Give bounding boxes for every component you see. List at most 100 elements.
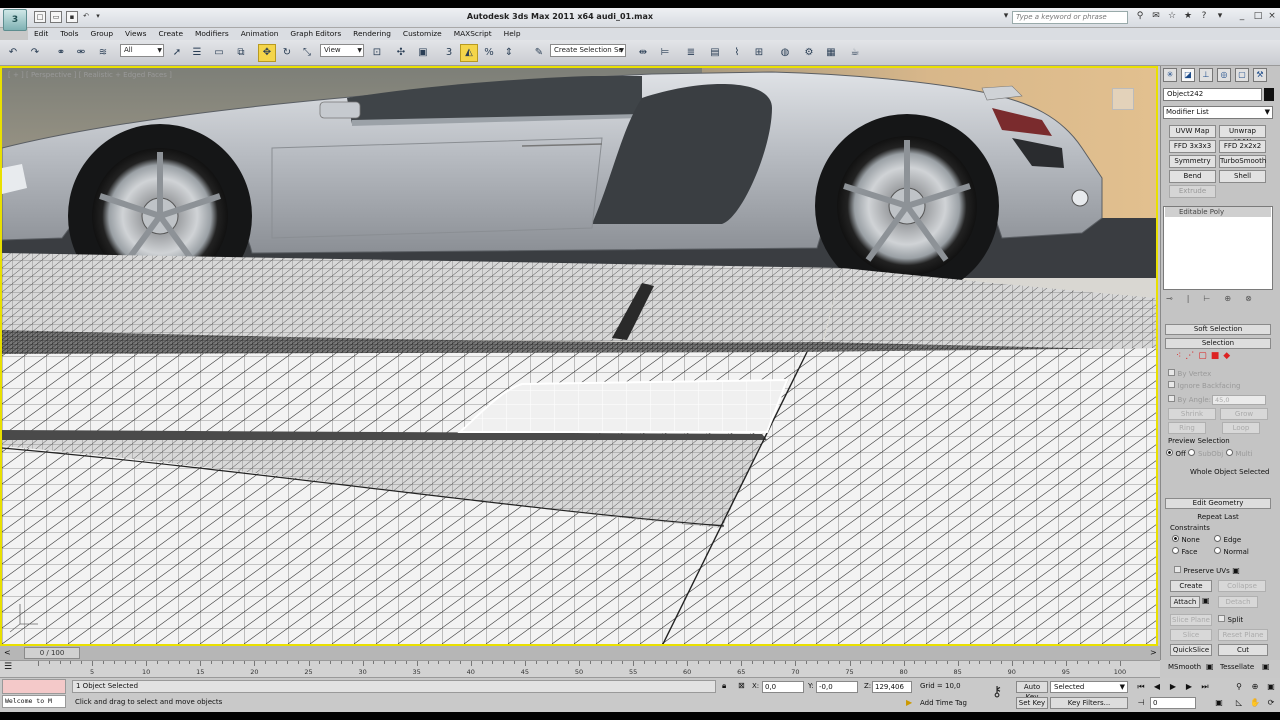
soft-selection-rollout[interactable]: Soft Selection <box>1165 324 1271 335</box>
cut-button[interactable]: Cut <box>1218 644 1268 656</box>
constraint-none-radio[interactable] <box>1172 535 1179 542</box>
field-of-view-icon[interactable]: ◺ <box>1232 697 1246 709</box>
close-icon[interactable]: × <box>1266 11 1278 23</box>
selection-region-icon[interactable]: ▭ <box>210 44 228 62</box>
play-icon[interactable]: ▶ <box>1166 681 1180 693</box>
preview-off-radio[interactable] <box>1166 449 1173 456</box>
key-selection-dropdown[interactable]: Selected ▼ <box>1050 681 1128 693</box>
orbit-icon[interactable]: ⟳ <box>1264 697 1278 709</box>
menu-group[interactable]: Group <box>85 28 120 40</box>
bind-space-warp-icon[interactable]: ≋ <box>94 44 112 62</box>
loop-button[interactable]: Loop <box>1222 422 1260 434</box>
create-tab-icon[interactable]: ✳ <box>1163 68 1177 82</box>
selection-filter-dropdown[interactable]: All ▼ <box>120 44 164 57</box>
save-file-icon[interactable]: ▪ <box>66 11 78 23</box>
auto-key-button[interactable]: Auto Key <box>1016 681 1048 701</box>
split-row[interactable]: Split <box>1218 615 1243 624</box>
perspective-viewport[interactable]: [ + ] [ Perspective ] [ Realistic + Edge… <box>0 66 1158 646</box>
mirror-icon[interactable]: ⇹ <box>634 44 652 62</box>
utilities-tab-icon[interactable]: ⚒ <box>1253 68 1267 82</box>
rendered-frame-window-icon[interactable]: ▦ <box>822 44 840 62</box>
ring-button[interactable]: Ring <box>1168 422 1206 434</box>
help-arrow-icon[interactable]: ▾ <box>1000 11 1012 23</box>
msmooth-button[interactable]: MSmooth <box>1168 663 1201 671</box>
render-production-icon[interactable]: ☕ <box>846 44 864 62</box>
render-setup-icon[interactable]: ⚙ <box>800 44 818 62</box>
star-icon[interactable]: ☆ <box>1166 11 1178 23</box>
angle-snap-icon[interactable]: ◭ <box>460 44 478 62</box>
key-icon[interactable]: ⚷ <box>992 684 1002 700</box>
edit-geometry-rollout[interactable]: Edit Geometry <box>1165 498 1271 509</box>
msmooth-settings-icon[interactable]: ▣ <box>1206 662 1214 671</box>
selection-rollout[interactable]: Selection <box>1165 338 1271 349</box>
add-time-tag[interactable]: Add Time Tag <box>920 699 967 707</box>
zoom-icon[interactable]: ⚲ <box>1232 681 1246 693</box>
key-mode-icon[interactable]: ⊣ <box>1134 697 1148 709</box>
collapse-button[interactable]: Collapse <box>1218 580 1266 592</box>
favorites-icon[interactable]: ★ <box>1182 11 1194 23</box>
undo-icon[interactable]: ↶ <box>4 44 22 62</box>
key-filters-button[interactable]: Key Filters... <box>1050 697 1128 709</box>
object-color-swatch[interactable] <box>1264 88 1274 101</box>
tessellate-settings-icon[interactable]: ▣ <box>1262 662 1270 671</box>
percent-snap-icon[interactable]: % <box>480 44 498 62</box>
select-by-name-icon[interactable]: ☰ <box>188 44 206 62</box>
display-tab-icon[interactable]: ▢ <box>1235 68 1249 82</box>
maxscript-mini-listener[interactable]: Welcome to M <box>2 695 66 708</box>
align-icon[interactable]: ⊨ <box>656 44 674 62</box>
stack-item-editable-poly[interactable]: Editable Poly <box>1165 207 1271 217</box>
ffd-3x3x3-button[interactable]: FFD 3x3x3 <box>1169 140 1216 153</box>
next-frame-icon[interactable]: ▶ <box>1182 681 1196 693</box>
grow-button[interactable]: Grow <box>1220 408 1268 420</box>
app-logo-icon[interactable]: 3 <box>3 9 27 31</box>
select-and-move-icon[interactable]: ✥ <box>258 44 276 62</box>
maxscript-listener-pink[interactable] <box>2 679 66 694</box>
repeat-last-button[interactable]: Repeat Last <box>1168 512 1268 524</box>
menu-help[interactable]: Help <box>498 28 527 40</box>
menu-modifiers[interactable]: Modifiers <box>189 28 235 40</box>
current-frame-field[interactable]: 0 <box>1150 697 1196 709</box>
select-object-icon[interactable]: ➚ <box>168 44 186 62</box>
viewport-label[interactable]: [ + ] [ Perspective ] [ Realistic + Edge… <box>8 71 172 79</box>
time-configuration-icon[interactable]: ▣ <box>1212 697 1226 709</box>
previous-frame-icon[interactable]: ◀ <box>1150 681 1164 693</box>
menu-rendering[interactable]: Rendering <box>347 28 397 40</box>
menu-create[interactable]: Create <box>152 28 189 40</box>
link-icon[interactable]: ⚭ <box>52 44 70 62</box>
object-name-field[interactable]: Object242 <box>1163 88 1262 101</box>
motion-tab-icon[interactable]: ◎ <box>1217 68 1231 82</box>
time-slider-prev-icon[interactable]: < <box>4 648 11 657</box>
by-angle-spinner[interactable]: 45,0 <box>1212 395 1266 405</box>
zoom-extents-icon[interactable]: ▣ <box>1264 681 1278 693</box>
layer-manager-icon[interactable]: ≣ <box>682 44 700 62</box>
bend-button[interactable]: Bend <box>1169 170 1216 183</box>
constraint-normal-radio[interactable] <box>1214 547 1221 554</box>
menu-views[interactable]: Views <box>119 28 152 40</box>
new-file-icon[interactable]: □ <box>34 11 46 23</box>
preserve-uvs-checkbox[interactable] <box>1174 566 1181 573</box>
pivot-center-icon[interactable]: ⊡ <box>368 44 386 62</box>
menu-maxscript[interactable]: MAXScript <box>448 28 498 40</box>
reference-coordinate-dropdown[interactable]: View ▼ <box>320 44 364 57</box>
create-button[interactable]: Create <box>1170 580 1212 592</box>
window-crossing-icon[interactable]: ⧉ <box>232 44 250 62</box>
communication-icon[interactable]: ✉ <box>1150 11 1162 23</box>
select-manipulate-icon[interactable]: ✣ <box>392 44 410 62</box>
open-file-icon[interactable]: ▭ <box>50 11 62 23</box>
menu-graph-editors[interactable]: Graph Editors <box>284 28 347 40</box>
menu-animation[interactable]: Animation <box>235 28 285 40</box>
menu-tools[interactable]: Tools <box>54 28 84 40</box>
menu-customize[interactable]: Customize <box>397 28 448 40</box>
reset-plane-button[interactable]: Reset Plane <box>1218 629 1268 641</box>
unlink-icon[interactable]: ⚮ <box>72 44 90 62</box>
slice-button[interactable]: Slice <box>1170 629 1212 641</box>
snaps-toggle-icon[interactable]: 3 <box>440 44 458 62</box>
modifier-stack[interactable] <box>1163 206 1273 290</box>
menu-edit[interactable]: Edit <box>28 28 54 40</box>
material-editor-icon[interactable]: ◍ <box>776 44 794 62</box>
time-slider-knob[interactable]: 0 / 100 <box>24 647 80 659</box>
shell-button[interactable]: Shell <box>1219 170 1266 183</box>
go-to-start-icon[interactable]: ⏮ <box>1134 681 1148 693</box>
detach-button[interactable]: Detach <box>1218 596 1258 608</box>
spinner-snap-icon[interactable]: ⇕ <box>500 44 518 62</box>
